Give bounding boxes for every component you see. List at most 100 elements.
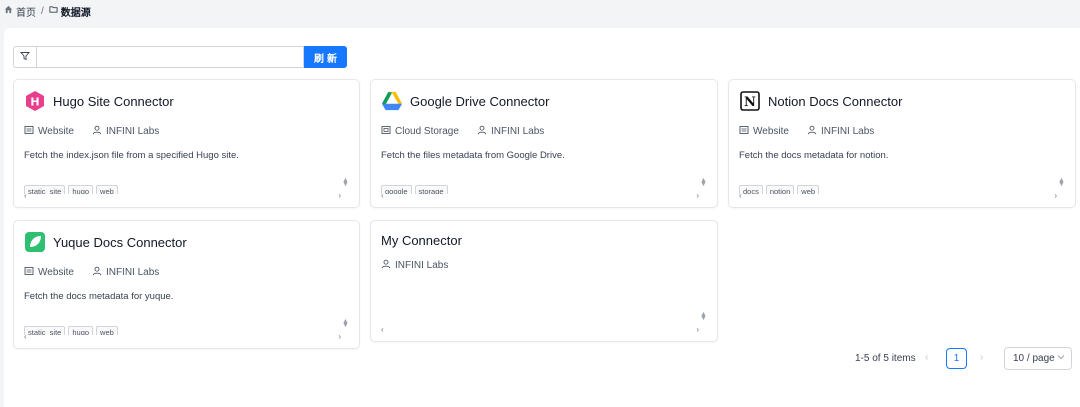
home-icon xyxy=(4,5,13,17)
chevron-down-icon xyxy=(1057,353,1065,364)
card-meta: Website INFINI Labs xyxy=(739,125,874,138)
tag: web xyxy=(797,185,820,194)
pagination-prev-button[interactable]: ‹ xyxy=(925,352,928,363)
website-icon xyxy=(24,125,34,138)
tag: static_site xyxy=(24,326,66,335)
connector-card-my-connector[interactable]: My Connector INFINI Labs ▲ ▼ ‹ › xyxy=(370,220,718,342)
vertical-scroll-arrows[interactable]: ▲ ▼ xyxy=(1058,177,1065,188)
scroll-left-arrow[interactable]: ‹ xyxy=(24,191,27,200)
card-meta: Website INFINI Labs xyxy=(24,266,159,279)
folder-icon xyxy=(49,5,58,17)
user-icon xyxy=(807,125,817,138)
pagination-page-1[interactable]: 1 xyxy=(946,348,967,369)
connector-card-hugo[interactable]: H Hugo Site Connector Website INFINI Lab… xyxy=(13,79,360,208)
tag-list: static_site hugo web xyxy=(24,326,118,335)
tag: hugo xyxy=(68,185,94,194)
breadcrumb-current: 数据源 xyxy=(49,4,91,19)
breadcrumb: 首页 / 数据源 xyxy=(0,0,1080,22)
breadcrumb-separator: / xyxy=(41,5,44,17)
author-label: INFINI Labs xyxy=(490,126,545,137)
scroll-right-arrow[interactable]: › xyxy=(1054,191,1057,200)
scroll-right-arrow[interactable]: › xyxy=(696,191,699,200)
card-description: Fetch the files metadata from Google Dri… xyxy=(381,150,565,161)
author-label: INFINI Labs xyxy=(105,126,160,137)
card-header: N Notion Docs Connector xyxy=(739,90,902,112)
category: Website xyxy=(24,266,74,279)
author: INFINI Labs xyxy=(477,125,544,138)
card-header: H Hugo Site Connector xyxy=(24,90,174,112)
card-header: Yuque Docs Connector xyxy=(24,231,187,253)
tag: storage xyxy=(414,185,448,194)
scroll-right-arrow[interactable]: › xyxy=(696,325,699,334)
card-title[interactable]: Notion Docs Connector xyxy=(768,94,902,109)
card-meta: Website INFINI Labs xyxy=(24,125,159,138)
card-title[interactable]: Yuque Docs Connector xyxy=(53,235,187,250)
user-icon xyxy=(92,125,102,138)
user-icon xyxy=(92,266,102,279)
category: Website xyxy=(739,125,789,138)
refresh-button[interactable]: 刷新 xyxy=(304,46,347,68)
yuque-logo-icon xyxy=(24,231,46,253)
page-size-value: 10 / page xyxy=(1013,353,1055,364)
scroll-left-arrow[interactable]: ‹ xyxy=(381,191,384,200)
card-title[interactable]: Hugo Site Connector xyxy=(53,94,174,109)
tag: hugo xyxy=(68,326,94,335)
category-label: Cloud Storage xyxy=(395,126,459,137)
author: INFINI Labs xyxy=(807,125,874,138)
author-label: INFINI Labs xyxy=(820,126,875,137)
scroll-right-arrow[interactable]: › xyxy=(338,191,341,200)
vertical-scroll-arrows[interactable]: ▲ ▼ xyxy=(700,311,707,322)
author-label: INFINI Labs xyxy=(395,260,449,271)
author-label: INFINI Labs xyxy=(105,267,160,278)
website-icon xyxy=(24,266,34,279)
cloud-storage-icon xyxy=(381,125,391,138)
author: INFINI Labs xyxy=(92,266,159,279)
scroll-right-arrow[interactable]: › xyxy=(338,332,341,341)
tag: web xyxy=(96,326,118,335)
tag-list: static_site hugo web xyxy=(24,185,118,194)
vertical-scroll-arrows[interactable]: ▲ ▼ xyxy=(700,177,707,188)
connector-card-yuque[interactable]: Yuque Docs Connector Website INFINI Labs… xyxy=(13,220,360,349)
google-drive-logo-icon xyxy=(381,90,403,112)
card-header: Google Drive Connector xyxy=(381,90,549,112)
card-description: Fetch the docs metadata for yuque. xyxy=(24,291,174,302)
user-icon xyxy=(381,259,391,272)
card-title[interactable]: Google Drive Connector xyxy=(410,94,549,109)
breadcrumb-current-label: 数据源 xyxy=(60,7,91,19)
website-icon xyxy=(739,125,749,138)
main-content: 刷新 H Hugo Site Connector Website INFINI … xyxy=(4,28,1080,407)
tag: static_site xyxy=(24,185,66,194)
tag: google xyxy=(381,185,412,194)
svg-text:H: H xyxy=(30,96,39,109)
breadcrumb-home[interactable]: 首页 xyxy=(4,4,36,19)
filter-button[interactable] xyxy=(13,46,36,68)
card-header: My Connector xyxy=(381,233,462,248)
search-bar: 刷新 xyxy=(13,46,348,68)
tag: docs xyxy=(739,185,763,194)
category-label: Website xyxy=(38,126,74,137)
vertical-scroll-arrows[interactable]: ▲ ▼ xyxy=(342,318,349,329)
author: INFINI Labs xyxy=(381,259,448,272)
category: Cloud Storage xyxy=(381,125,459,138)
scroll-left-arrow[interactable]: ‹ xyxy=(739,191,742,200)
connector-card-google-drive[interactable]: Google Drive Connector Cloud Storage INF… xyxy=(370,79,718,208)
card-meta: INFINI Labs xyxy=(381,259,448,272)
filter-icon xyxy=(20,50,30,64)
connector-card-notion[interactable]: N Notion Docs Connector Website INFINI L… xyxy=(728,79,1076,208)
pagination-next-button[interactable]: › xyxy=(980,352,983,363)
page-size-select[interactable]: 10 / page xyxy=(1004,347,1072,370)
card-title[interactable]: My Connector xyxy=(381,233,462,248)
tag-list: google storage xyxy=(381,185,448,194)
search-input[interactable] xyxy=(36,46,304,68)
category-label: Website xyxy=(753,126,789,137)
user-icon xyxy=(477,125,487,138)
breadcrumb-home-label: 首页 xyxy=(16,7,36,19)
scroll-left-arrow[interactable]: ‹ xyxy=(24,332,27,341)
tag: notion xyxy=(765,185,795,194)
card-meta: Cloud Storage INFINI Labs xyxy=(381,125,544,138)
vertical-scroll-arrows[interactable]: ▲ ▼ xyxy=(342,177,349,188)
tag: web xyxy=(96,185,118,194)
svg-text:N: N xyxy=(744,95,756,110)
scroll-left-arrow[interactable]: ‹ xyxy=(381,325,384,334)
author: INFINI Labs xyxy=(92,125,159,138)
